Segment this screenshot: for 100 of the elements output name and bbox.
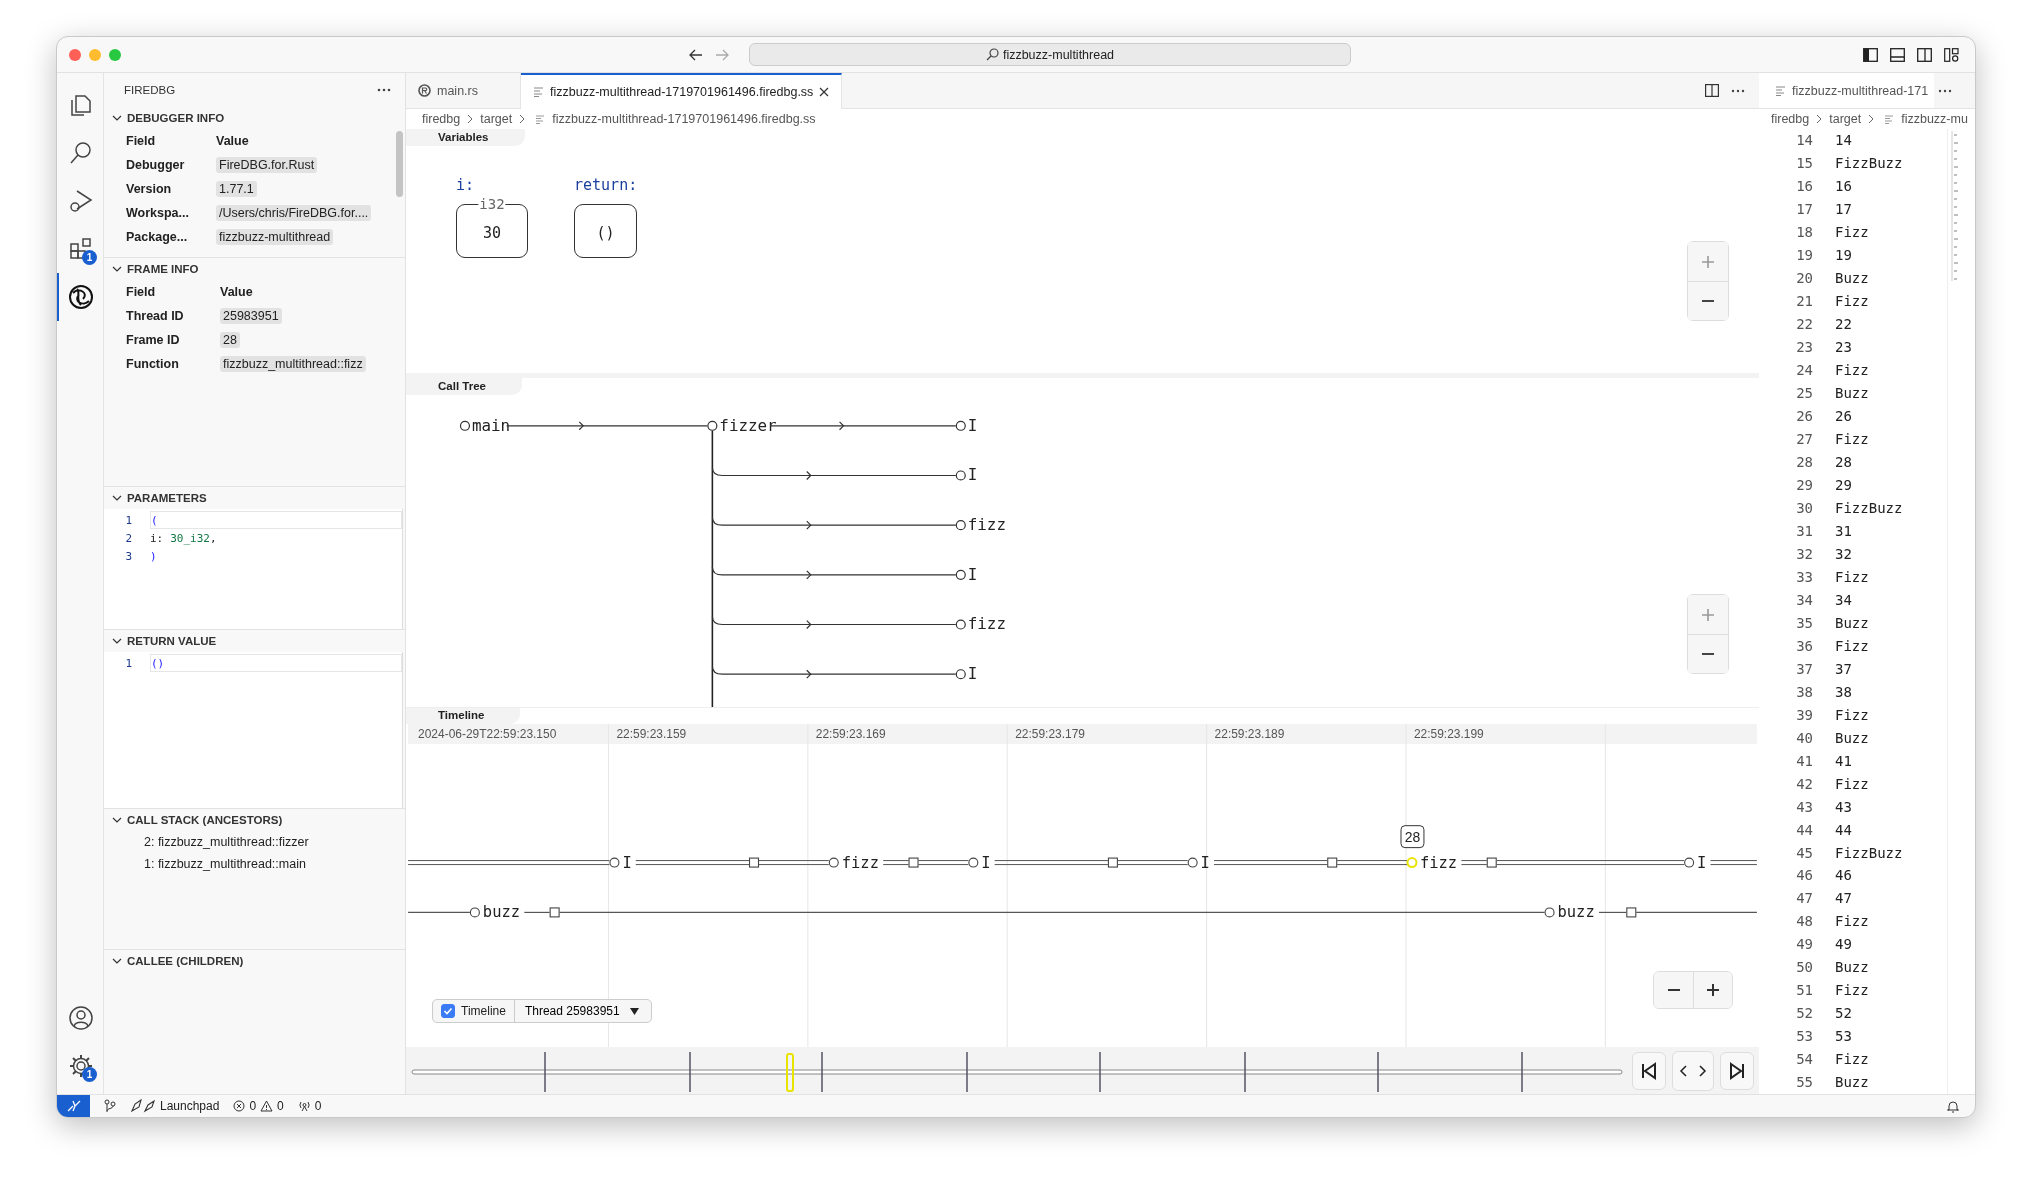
rust-file-icon	[418, 84, 431, 97]
tree-node[interactable]	[955, 619, 966, 630]
tree-node[interactable]	[955, 569, 966, 580]
editor-tab[interactable]: fizzbuzz-multithread-171	[1759, 73, 1935, 108]
tree-node[interactable]	[955, 520, 966, 531]
remote-button[interactable]	[57, 1095, 90, 1117]
tree-node[interactable]	[955, 669, 966, 680]
event-end-marker[interactable]	[1626, 907, 1637, 918]
activity-bar-item[interactable]: 1	[57, 225, 103, 273]
node-label: fizz	[967, 614, 1006, 634]
close-window-button[interactable]	[69, 48, 81, 61]
zoom-in-button[interactable]	[1693, 972, 1732, 1008]
toggle-panel-icon[interactable]	[1890, 47, 1905, 62]
toggle-secondary-sidebar-icon[interactable]	[1917, 47, 1932, 62]
chevron-icon	[112, 264, 122, 274]
chevron-right-icon	[519, 114, 526, 124]
ports-status[interactable]: 0	[297, 1099, 322, 1113]
event-node[interactable]	[968, 857, 979, 868]
breadcrumb-item[interactable]: fizzbuzz-mu	[1901, 112, 1968, 126]
line-number: 43	[1795, 798, 1813, 815]
code-line: 26	[1835, 408, 1852, 425]
notifications-bell-icon[interactable]	[1947, 1099, 1959, 1113]
field-name: Function	[126, 356, 180, 373]
swirl-logo-icon	[67, 283, 95, 311]
scrollbar-thumb[interactable]	[396, 131, 403, 197]
event-node[interactable]	[469, 907, 480, 918]
event-end-marker[interactable]	[549, 907, 560, 918]
code-line: 14	[1835, 132, 1852, 149]
tree-node[interactable]	[955, 420, 966, 431]
line-number: 44	[1795, 821, 1813, 838]
breadcrumb-item[interactable]: target	[1829, 112, 1862, 126]
back-arrow-icon[interactable]	[689, 48, 703, 61]
breadcrumb-item[interactable]: firedbg	[422, 112, 461, 126]
breadcrumb-item[interactable]: firedbg	[1771, 112, 1810, 126]
activity-bar-item[interactable]: 1	[57, 1042, 103, 1090]
line-number: 25	[1795, 385, 1813, 402]
event-end-marker[interactable]	[908, 857, 919, 868]
command-search-field[interactable]: fizzbuzz-multithread	[749, 43, 1351, 66]
line-number: 1	[124, 656, 133, 670]
file-lines-icon	[1884, 114, 1895, 124]
event-node[interactable]	[1684, 857, 1695, 868]
last-frame-button[interactable]	[1720, 1051, 1754, 1090]
close-tab-icon[interactable]	[819, 87, 830, 97]
section-header[interactable]: DEBUGGER INFO	[104, 107, 405, 129]
breadcrumb-item[interactable]: target	[480, 112, 513, 126]
line-number: 34	[1795, 591, 1813, 608]
more-actions-icon[interactable]	[377, 88, 391, 92]
line-number: 37	[1795, 660, 1813, 677]
first-frame-button[interactable]	[1632, 1051, 1666, 1090]
event-end-marker[interactable]	[1486, 857, 1497, 868]
variable-name: return:	[574, 176, 638, 194]
event-node[interactable]	[609, 857, 620, 868]
file-lines-icon	[533, 87, 544, 97]
code-line: Fizz	[1835, 982, 1869, 999]
thread-dropdown[interactable]: Thread 25983951	[514, 1000, 651, 1022]
node-label: fizzer	[719, 415, 777, 435]
section-header[interactable]: CALLEE (CHILDREN)	[104, 950, 405, 972]
call-stack-item[interactable]: 2: fizzbuzz_multithread::fizzer	[144, 835, 405, 851]
scrubber-handle[interactable]	[786, 1052, 794, 1092]
breadcrumb-item[interactable]: fizzbuzz-multithread-1719701961496.firedbg.ss	[552, 112, 816, 126]
tree-node[interactable]	[459, 420, 471, 431]
problems-status[interactable]: 0 0	[233, 1099, 284, 1113]
scrubber-track[interactable]	[411, 1069, 1623, 1074]
timeline-toggle[interactable]: Timeline	[433, 1000, 515, 1022]
notification-badge: 1	[82, 250, 97, 265]
field-name: Version	[126, 181, 173, 198]
chevron-left-icon	[1679, 1064, 1687, 1077]
node-label: main	[471, 415, 511, 435]
event-end-marker[interactable]	[1107, 857, 1118, 868]
split-editor-icon[interactable]	[1705, 84, 1719, 97]
field-name: Workspa...	[126, 205, 190, 222]
line-number: 54	[1795, 1051, 1813, 1068]
toggle-sidebar-icon[interactable]	[1863, 47, 1878, 62]
node-label: fizz	[967, 515, 1006, 535]
checkbox[interactable]	[441, 1004, 455, 1018]
customize-layout-icon[interactable]	[1944, 47, 1959, 62]
editor-tab[interactable]: fizzbuzz-multithread-1719701961496.firedbg.ss	[521, 73, 843, 109]
more-actions-icon[interactable]	[1938, 88, 1953, 93]
tree-node[interactable]	[955, 470, 966, 481]
event-end-marker[interactable]	[749, 857, 760, 868]
chevron-right-icon	[1816, 114, 1823, 124]
more-actions-icon[interactable]	[1731, 88, 1745, 93]
node-label: I	[967, 415, 978, 435]
event-node[interactable]	[1544, 907, 1555, 918]
launchpad-status[interactable]: Launchpad	[130, 1099, 220, 1113]
section-header[interactable]: PARAMETERS	[104, 487, 405, 509]
tree-node[interactable]	[707, 420, 718, 431]
column-header: Value	[220, 284, 254, 301]
line-number: 48	[1795, 913, 1813, 930]
files-icon	[68, 92, 94, 118]
source-control-icon[interactable]	[104, 1099, 116, 1113]
event-end-marker[interactable]	[1327, 857, 1338, 868]
event-node[interactable]	[1187, 857, 1198, 868]
call-stack-item[interactable]: 1: fizzbuzz_multithread::main	[144, 857, 405, 873]
field-name: Frame ID	[126, 332, 181, 349]
code-line: Fizz	[1835, 913, 1869, 930]
section-header[interactable]: CALL STACK (ANCESTORS)	[104, 809, 405, 831]
section-header[interactable]: FRAME INFO	[104, 258, 405, 280]
section-header[interactable]: RETURN VALUE	[104, 630, 405, 652]
event-node[interactable]	[828, 857, 839, 868]
